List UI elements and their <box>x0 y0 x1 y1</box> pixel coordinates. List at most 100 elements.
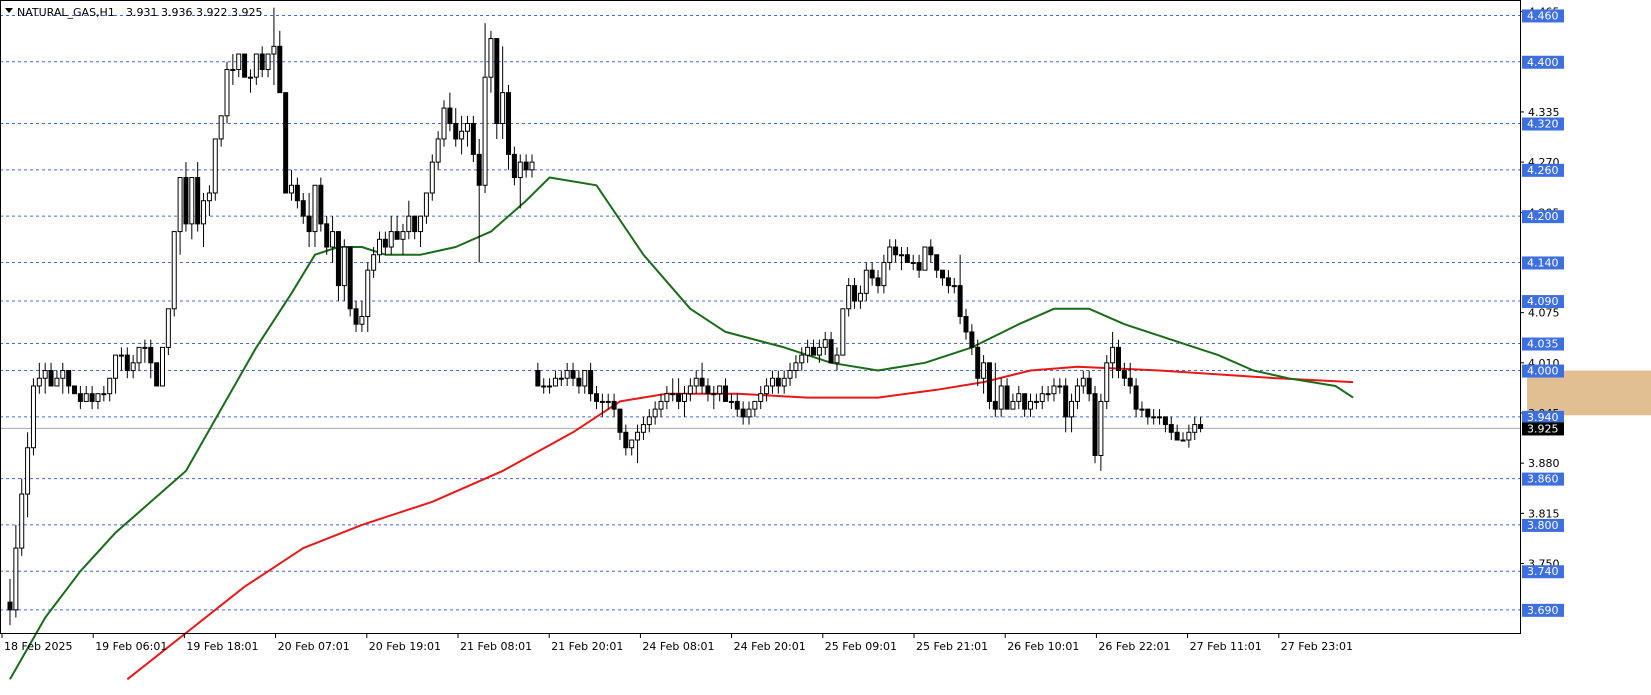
candle-body <box>324 223 330 248</box>
price-level-label: 3.860 <box>1527 473 1559 486</box>
candle-body <box>1057 385 1063 388</box>
symbol-label: NATURAL_GAS,H1 <box>17 6 115 19</box>
candle-body <box>852 285 858 302</box>
price-level-label: 4.000 <box>1527 365 1559 378</box>
candle-body <box>552 377 558 387</box>
candle-body <box>418 215 424 233</box>
candle <box>494 38 500 139</box>
candle-body <box>805 346 811 356</box>
candle-body <box>265 53 271 70</box>
candle-body <box>711 393 717 396</box>
time-axis-label: 24 Feb 08:01 <box>642 640 714 653</box>
candle-body <box>412 215 418 233</box>
candle-body <box>1063 385 1069 418</box>
candle-body <box>693 377 699 387</box>
candle-body <box>945 277 951 287</box>
candle-body <box>969 331 975 348</box>
candle-body <box>1069 400 1075 418</box>
time-axis-label: 19 Feb 06:01 <box>95 640 167 653</box>
candle-body <box>840 308 846 356</box>
candle-body <box>289 184 295 194</box>
candle-body <box>400 231 406 240</box>
candle <box>1092 385 1098 464</box>
candle-body <box>470 123 476 155</box>
candle-body <box>1115 346 1121 372</box>
candle-body <box>623 431 629 449</box>
candle <box>159 346 165 387</box>
candle-body <box>435 138 441 163</box>
candle-body <box>353 308 359 325</box>
candle-body <box>822 339 828 348</box>
time-axis-label: 20 Feb 07:01 <box>278 640 350 653</box>
candle-body <box>476 153 482 186</box>
candle-body <box>482 76 488 186</box>
candle-body <box>242 53 248 78</box>
candle-body <box>1180 439 1186 442</box>
candle-body <box>681 393 687 402</box>
candle-body <box>1145 408 1151 418</box>
candle-body <box>1045 393 1051 396</box>
candle-body <box>136 346 142 364</box>
candle-body <box>212 138 218 194</box>
candle-body <box>1192 424 1198 433</box>
candle-body <box>787 370 793 379</box>
candle-body <box>599 400 605 403</box>
candle <box>1104 355 1110 410</box>
chart-header: NATURAL_GAS,H1 3.931 3.936 3.922 3.925 <box>5 6 262 19</box>
candle-body <box>1010 400 1016 410</box>
candle-body <box>752 400 758 410</box>
candle-body <box>341 246 347 287</box>
candle-body <box>1133 385 1139 410</box>
candle-body <box>1098 400 1104 456</box>
candle-body <box>60 370 66 379</box>
candle-body <box>811 346 817 356</box>
candle-body <box>781 377 787 387</box>
candle-body <box>523 161 529 171</box>
candle-body <box>54 377 60 387</box>
candle-body <box>25 447 31 495</box>
candle-body <box>42 370 48 379</box>
candle-body <box>746 408 752 418</box>
candle-body <box>347 246 353 310</box>
candle-body <box>154 362 160 387</box>
candle-body <box>66 370 72 387</box>
candle-body <box>130 362 136 372</box>
price-level-label: 4.460 <box>1527 9 1559 22</box>
price-chart[interactable]: 4.4654.3354.2704.2054.0754.0103.9453.880… <box>0 0 1651 691</box>
candle-body <box>1039 393 1045 402</box>
candle-body <box>312 184 318 233</box>
price-level-label: 3.740 <box>1527 565 1559 578</box>
candle-body <box>300 200 306 217</box>
candle-body <box>640 424 646 433</box>
price-level-label: 4.200 <box>1527 210 1559 223</box>
candle <box>318 177 324 232</box>
price-level-label: 3.800 <box>1527 519 1559 532</box>
candle <box>922 246 928 271</box>
candle-body <box>494 38 500 125</box>
time-axis-label: 25 Feb 21:01 <box>916 640 988 653</box>
time-axis-label: 18 Feb 2025 <box>4 640 72 653</box>
candle-body <box>511 153 517 179</box>
time-axis-label: 19 Feb 18:01 <box>186 640 258 653</box>
candle-body <box>875 277 881 287</box>
candle-body <box>588 370 594 395</box>
candle-body <box>1139 408 1145 411</box>
chart-window[interactable]: 4.4654.3354.2704.2054.0754.0103.9453.880… <box>0 0 1651 691</box>
candle-body <box>670 393 676 396</box>
candle-body <box>77 393 83 402</box>
candle-body <box>846 285 852 310</box>
candle-body <box>376 238 382 256</box>
time-axis-label: 27 Feb 23:01 <box>1281 640 1353 653</box>
candle-body <box>159 346 165 387</box>
candle-body <box>19 493 25 549</box>
candle-body <box>118 354 124 357</box>
candle-body <box>13 547 19 611</box>
candle-body <box>365 269 371 317</box>
candle-body <box>1051 385 1057 395</box>
ohlc-readout: 3.931 3.936 3.922 3.925 <box>126 6 262 19</box>
price-level-label: 4.090 <box>1527 295 1559 308</box>
candle-body <box>277 45 283 94</box>
candle-body <box>1086 377 1092 395</box>
candle-body <box>816 346 822 356</box>
candle-body <box>83 393 89 402</box>
